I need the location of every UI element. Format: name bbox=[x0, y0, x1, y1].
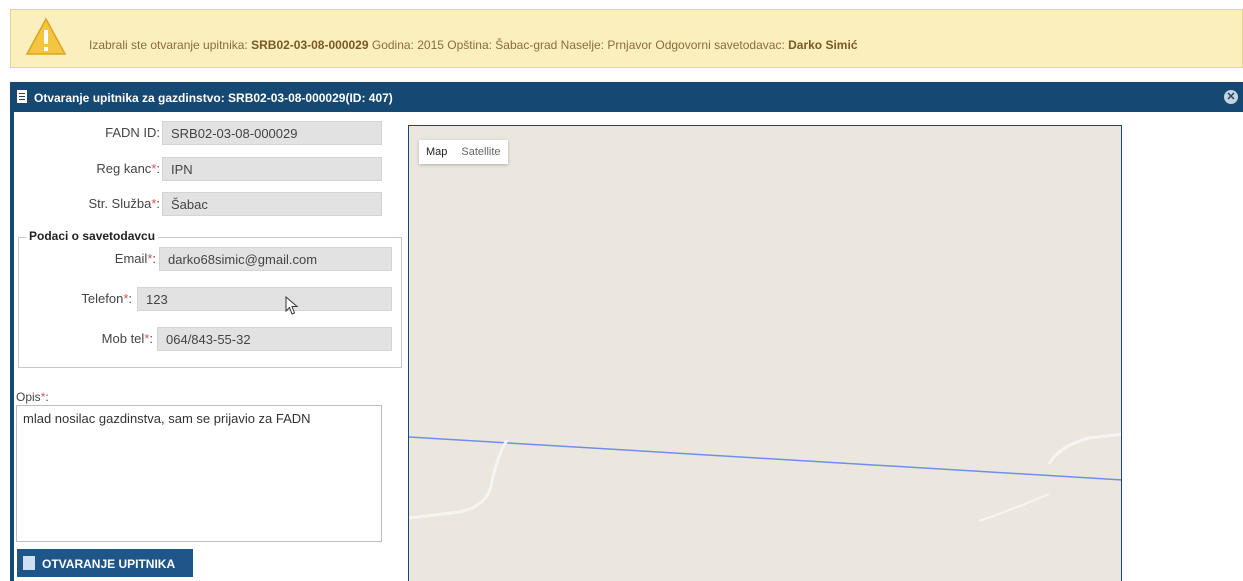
reg-kanc-label-text: Reg kanc bbox=[96, 161, 152, 176]
opis-label: Opis*: bbox=[16, 390, 49, 404]
mob-tel-label: Mob tel*: bbox=[26, 327, 153, 351]
telefon-label-text: Telefon bbox=[81, 291, 124, 306]
colon: : bbox=[128, 291, 132, 306]
telefon-label: Telefon*: bbox=[26, 287, 132, 311]
reg-kanc-label: Reg kanc*: bbox=[20, 157, 160, 181]
email-label-text: Email bbox=[114, 251, 148, 266]
banner-details: Godina: 2015 Opština: Šabac-grad Naselje… bbox=[371, 38, 785, 52]
fadn-id-label: FADN ID: bbox=[105, 125, 160, 140]
str-sluzba-field[interactable] bbox=[162, 192, 382, 216]
banner-advisor: Darko Simić bbox=[788, 38, 858, 52]
map-type-control: Map Satellite bbox=[419, 140, 508, 164]
email-field[interactable] bbox=[159, 247, 392, 271]
open-questionnaire-button-label: OTVARANJE UPITNIKA bbox=[42, 557, 176, 571]
mouse-cursor-icon bbox=[285, 296, 299, 315]
opis-label-text: Opis bbox=[16, 390, 41, 404]
warning-icon bbox=[25, 17, 67, 55]
opis-textarea[interactable]: mlad nosilac gazdinstva, sam se prijavio… bbox=[16, 405, 382, 542]
str-sluzba-label: Str. Služba*: bbox=[20, 192, 160, 216]
satellite-tab[interactable]: Satellite bbox=[454, 140, 507, 164]
map-view[interactable]: Map Satellite bbox=[408, 125, 1122, 581]
dialog-header: Otvaranje upitnika za gazdinstvo: SRB02-… bbox=[10, 82, 1243, 112]
map-tab[interactable]: Map bbox=[419, 140, 454, 164]
mob-tel-field[interactable] bbox=[157, 327, 392, 351]
colon: : bbox=[149, 331, 153, 346]
colon: : bbox=[45, 390, 49, 404]
telefon-field[interactable] bbox=[137, 287, 392, 311]
colon: : bbox=[152, 251, 156, 266]
colon: : bbox=[156, 196, 160, 211]
banner-code: SRB02-03-08-000029 bbox=[251, 38, 369, 52]
document-icon bbox=[17, 90, 27, 103]
map-canvas bbox=[409, 432, 1121, 522]
email-label: Email*: bbox=[26, 247, 156, 271]
mob-tel-label-text: Mob tel bbox=[101, 331, 145, 346]
save-icon bbox=[23, 556, 35, 570]
str-sluzba-label-text: Str. Služba bbox=[88, 196, 152, 211]
banner-message: Izabrali ste otvaranje upitnika: SRB02-0… bbox=[89, 38, 858, 52]
banner-prefix: Izabrali ste otvaranje upitnika: bbox=[89, 38, 248, 52]
dialog-left-border bbox=[10, 112, 14, 581]
warning-banner: Izabrali ste otvaranje upitnika: SRB02-0… bbox=[10, 9, 1243, 68]
open-questionnaire-button[interactable]: OTVARANJE UPITNIKA bbox=[17, 549, 193, 577]
advisor-legend: Podaci o savetodavcu bbox=[26, 229, 159, 243]
colon: : bbox=[156, 161, 160, 176]
reg-kanc-field[interactable] bbox=[162, 157, 382, 181]
dialog-title: Otvaranje upitnika za gazdinstvo: SRB02-… bbox=[34, 91, 393, 105]
close-icon[interactable]: ✕ bbox=[1224, 90, 1238, 104]
fadn-id-field[interactable] bbox=[162, 121, 382, 145]
